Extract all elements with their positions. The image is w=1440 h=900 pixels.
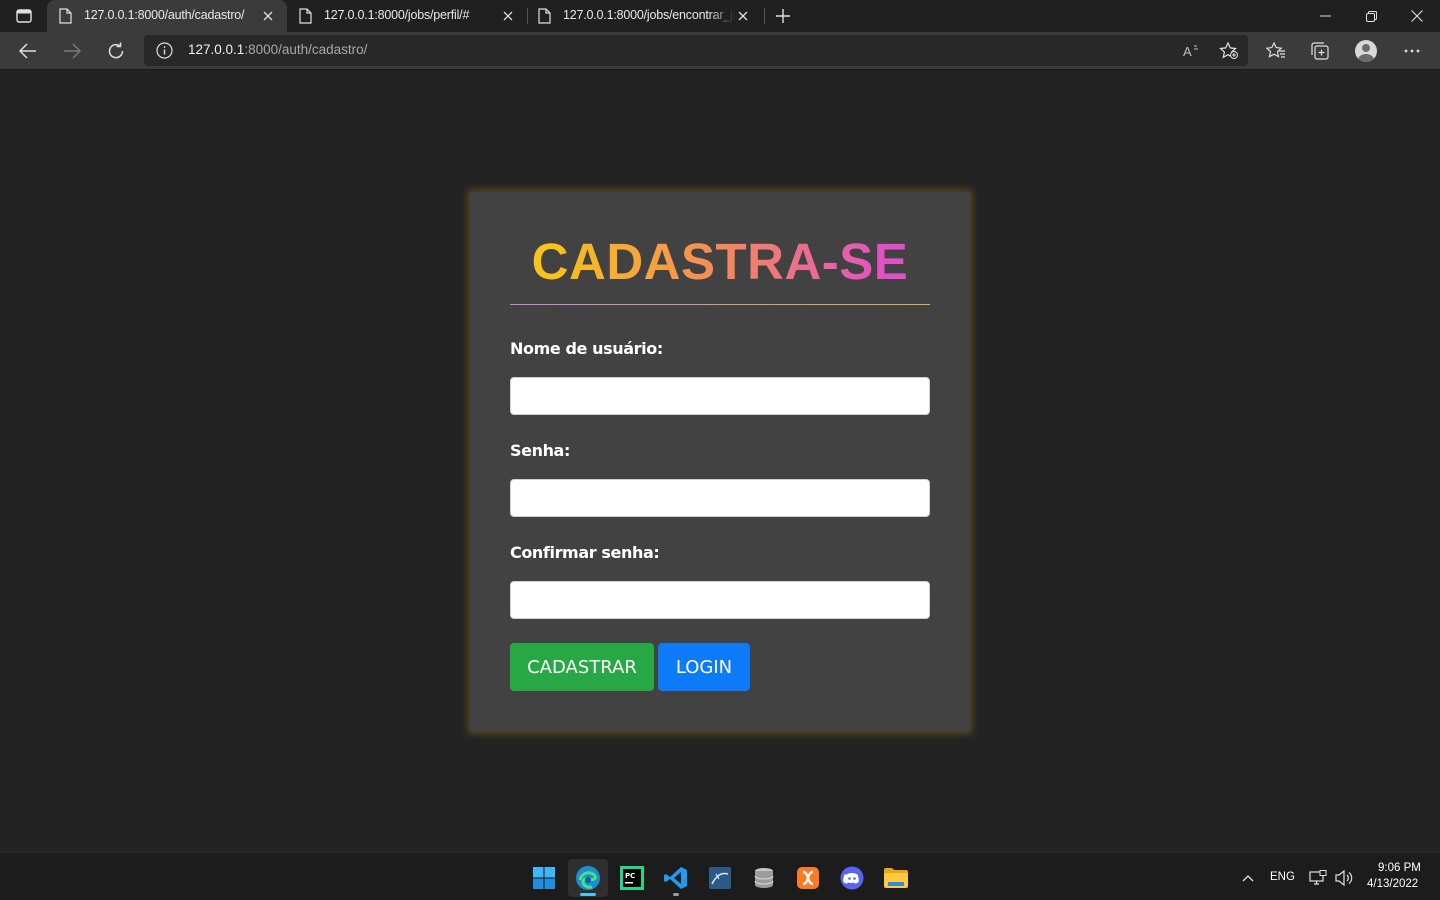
volume-icon[interactable] <box>1332 859 1356 897</box>
tab-encontrar[interactable]: 127.0.0.1:8000/jobs/encontrar_jo <box>526 0 762 32</box>
url-path: :8000/auth/cadastro/ <box>244 42 368 57</box>
title-divider <box>510 304 930 305</box>
username-input[interactable] <box>510 377 930 415</box>
register-button[interactable]: CADASTRAR <box>510 643 654 691</box>
tab-title: 127.0.0.1:8000/jobs/perfil/# <box>324 8 470 22</box>
page-icon <box>59 8 72 27</box>
address-bar[interactable]: 127.0.0.1:8000/auth/cadastro/ A <box>144 35 1248 66</box>
close-tab-icon[interactable] <box>736 9 750 23</box>
avatar <box>1355 40 1377 62</box>
close-tab-icon[interactable] <box>261 9 275 23</box>
pycharm-icon[interactable]: PC <box>612 859 652 897</box>
tab-title: 127.0.0.1:8000/jobs/encontrar_jo <box>563 8 735 22</box>
back-icon[interactable] <box>13 37 43 65</box>
tab-separator <box>764 8 765 24</box>
username-label: Nome de usuário: <box>510 339 663 358</box>
profile-avatar[interactable] <box>1351 36 1381 66</box>
clock-date[interactable]: 4/13/2022 <box>1367 878 1418 890</box>
running-indicator <box>673 893 679 896</box>
login-button[interactable]: LOGIN <box>658 643 750 691</box>
tab-perfil[interactable]: 127.0.0.1:8000/jobs/perfil/# <box>287 0 527 32</box>
close-tab-icon[interactable] <box>501 9 515 23</box>
page-viewport: CADASTRA-SE Nome de usuário: Senha: Conf… <box>0 71 1440 852</box>
tab-cadastro[interactable]: 127.0.0.1:8000/auth/cadastro/ <box>47 0 287 32</box>
collections-icon[interactable] <box>1305 36 1335 66</box>
more-options-icon[interactable] <box>1397 36 1427 66</box>
tab-strip: 127.0.0.1:8000/auth/cadastro/ 127.0.0.1:… <box>0 0 1440 32</box>
show-hidden-icons-icon[interactable] <box>1236 859 1260 897</box>
taskbar: PC ENG 9:06 PM 4/13/2022 <box>0 852 1440 900</box>
forward-icon[interactable] <box>57 37 87 65</box>
page-title: CADASTRA-SE <box>510 232 930 292</box>
language-indicator[interactable]: ENG <box>1270 871 1295 883</box>
svg-text:A: A <box>1183 44 1192 59</box>
close-window-icon[interactable] <box>1394 0 1440 32</box>
windows-start-icon[interactable] <box>524 859 564 897</box>
add-favorite-icon[interactable] <box>1216 39 1242 63</box>
tab-title: 127.0.0.1:8000/auth/cadastro/ <box>84 8 245 22</box>
page-icon <box>538 8 551 27</box>
signup-card: CADASTRA-SE Nome de usuário: Senha: Conf… <box>470 192 970 731</box>
svg-text:PC: PC <box>625 872 635 880</box>
clock-time[interactable]: 9:06 PM <box>1378 862 1421 874</box>
active-indicator <box>580 893 596 896</box>
url-text[interactable]: 127.0.0.1:8000/auth/cadastro/ <box>188 42 367 57</box>
file-explorer-icon[interactable] <box>876 859 916 897</box>
discord-icon[interactable] <box>832 859 872 897</box>
password-label: Senha: <box>510 441 570 460</box>
confirm-password-input[interactable] <box>510 581 930 619</box>
read-aloud-icon[interactable]: A <box>1178 39 1204 63</box>
tab-actions-menu-icon[interactable] <box>10 4 38 28</box>
page-icon <box>299 8 312 27</box>
password-input[interactable] <box>510 479 930 517</box>
url-host: 127.0.0.1 <box>188 42 245 57</box>
database-icon[interactable] <box>744 859 784 897</box>
restore-icon[interactable] <box>1348 0 1394 32</box>
mysql-workbench-icon[interactable] <box>700 859 740 897</box>
confirm-password-label: Confirmar senha: <box>510 543 660 562</box>
favorites-icon[interactable] <box>1261 36 1291 66</box>
vscode-icon[interactable] <box>656 859 696 897</box>
new-tab-icon[interactable] <box>770 4 796 28</box>
xampp-icon[interactable] <box>788 859 828 897</box>
edge-icon[interactable] <box>568 859 608 897</box>
refresh-icon[interactable] <box>101 37 131 65</box>
network-icon[interactable] <box>1306 859 1330 897</box>
browser-toolbar: 127.0.0.1:8000/auth/cadastro/ A <box>0 32 1440 70</box>
minimize-icon[interactable] <box>1302 0 1348 32</box>
site-info-icon[interactable] <box>156 42 173 63</box>
